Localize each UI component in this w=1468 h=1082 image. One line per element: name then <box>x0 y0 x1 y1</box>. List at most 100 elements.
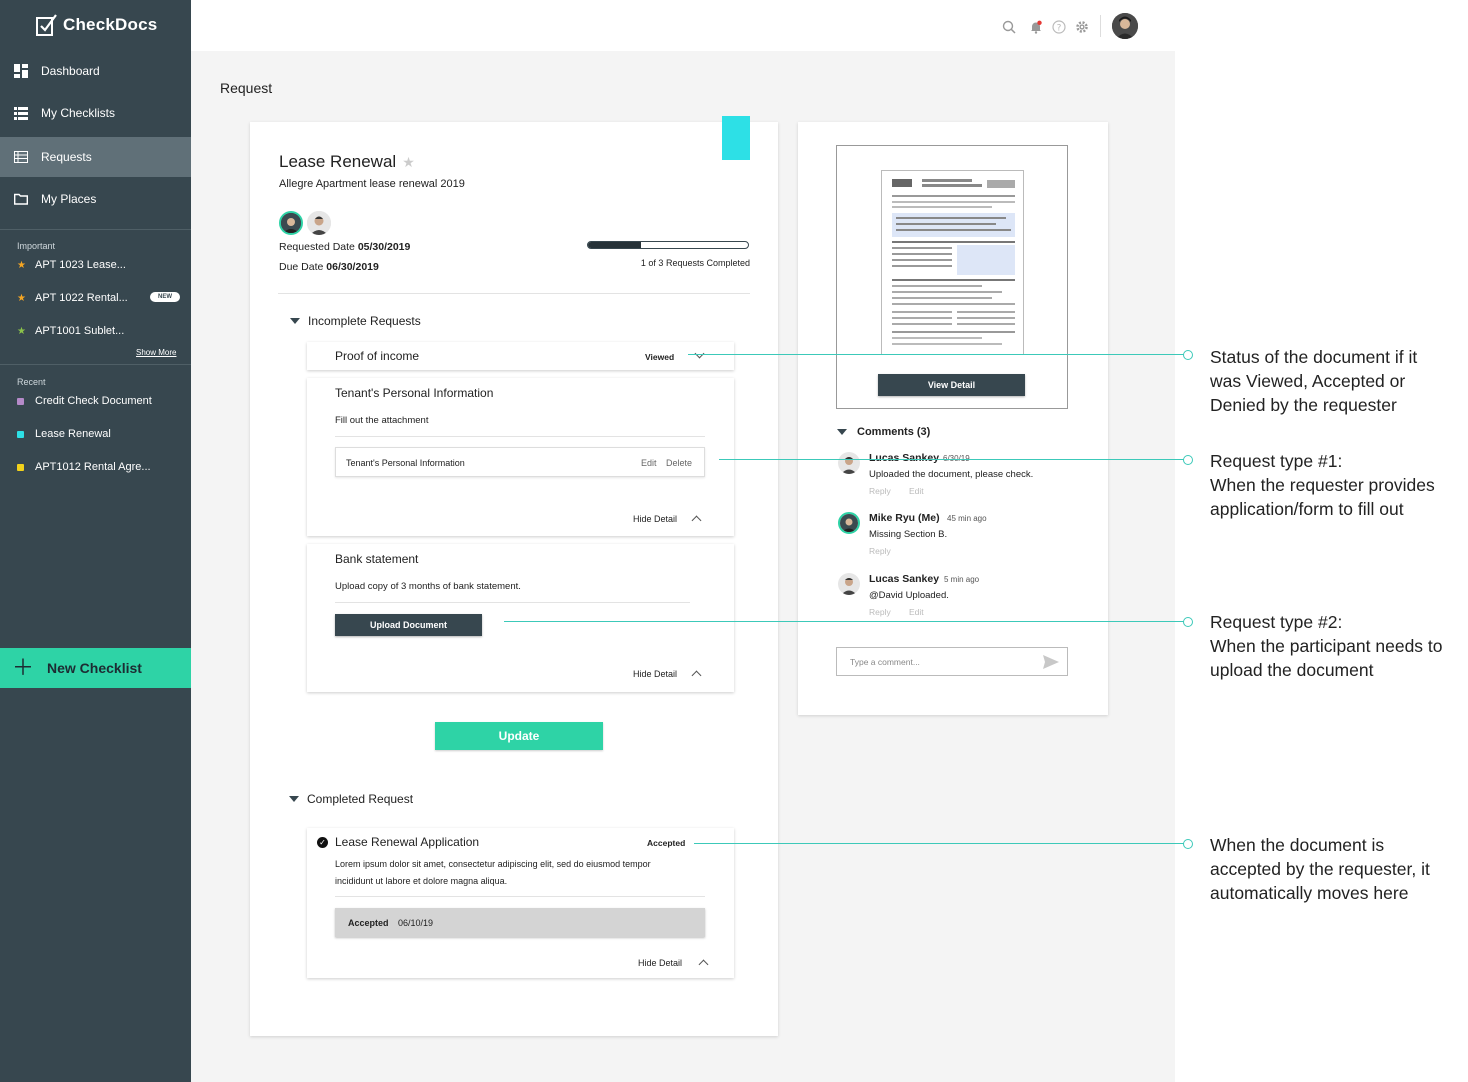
important-item-label: APT1001 Sublet... <box>35 325 125 337</box>
important-item-apt1022[interactable]: ★ APT 1022 Rental... NEW <box>17 292 182 304</box>
new-badge: NEW <box>150 292 180 302</box>
document-preview-frame: View Detail <box>836 145 1068 409</box>
requested-date-label: Requested Date <box>279 241 355 253</box>
annotation-connector <box>504 621 1184 622</box>
annotation-connector <box>694 843 1184 844</box>
commenter-name: Lucas Sankey <box>869 452 940 464</box>
document-thumbnail[interactable] <box>881 170 1024 355</box>
delete-link[interactable]: Delete <box>666 458 692 468</box>
send-icon[interactable] <box>1043 655 1059 669</box>
due-date-label: Due Date <box>279 261 324 273</box>
attachment-field[interactable]: Tenant's Personal Information Edit Delet… <box>335 447 705 477</box>
nav-my-places[interactable]: My Places <box>0 179 191 219</box>
accepted-label: Accepted <box>348 918 389 928</box>
update-button[interactable]: Update <box>435 722 603 750</box>
notification-bell-icon[interactable] <box>1029 20 1043 34</box>
app-logo[interactable]: CheckDocs <box>35 12 157 38</box>
svg-text:?: ? <box>1057 24 1062 34</box>
annotation-request-type-1: Request type #1: When the requester prov… <box>1210 449 1460 521</box>
recent-item-label: Lease Renewal <box>35 428 111 440</box>
commenter-avatar[interactable] <box>838 573 860 595</box>
comment-text: @David Uploaded. <box>869 590 949 601</box>
hide-detail-link[interactable]: Hide Detail <box>633 514 677 524</box>
chevron-up-icon[interactable] <box>691 670 702 681</box>
app-name: CheckDocs <box>63 15 158 34</box>
annotation-line: Status of the document if it <box>1210 347 1418 367</box>
annotation-dot <box>1183 839 1193 849</box>
important-item-apt1023[interactable]: ★ APT 1023 Lease... <box>17 259 182 271</box>
commenter-avatar[interactable] <box>838 452 860 474</box>
chevron-up-icon[interactable] <box>698 959 709 970</box>
main-content: ? Request Lease Renewal ★ Allegre Apartm… <box>191 0 1175 1082</box>
annotation-line: accepted by the requester, it <box>1210 859 1430 879</box>
item-description-line: Lorem ipsum dolor sit amet, consectetur … <box>335 859 651 869</box>
comment-text: Uploaded the document, please check. <box>869 469 1034 480</box>
annotation-dot <box>1183 350 1193 360</box>
important-item-apt1001[interactable]: ★ APT1001 Sublet... <box>17 325 182 337</box>
important-item-label: APT 1023 Lease... <box>35 259 126 271</box>
annotation-request-type-2: Request type #2: When the participant ne… <box>1210 610 1460 682</box>
gear-icon[interactable] <box>1075 20 1089 34</box>
hide-detail-link[interactable]: Hide Detail <box>638 958 682 968</box>
user-avatar[interactable] <box>1112 13 1138 39</box>
recent-item-lease-renewal[interactable]: Lease Renewal <box>17 428 182 440</box>
annotation-line: upload the document <box>1210 660 1374 680</box>
completed-request-toggle[interactable]: Completed Request <box>289 792 413 806</box>
item-status: Accepted <box>647 838 686 848</box>
edit-link[interactable]: Edit <box>641 458 657 468</box>
item-title: Bank statement <box>335 552 419 566</box>
annotation-line: was Viewed, Accepted or <box>1210 371 1406 391</box>
accepted-status-bar: Accepted 06/10/19 <box>335 908 705 937</box>
annotation-line: When the requester provides <box>1210 475 1435 495</box>
proof-of-income-item[interactable]: Proof of income Viewed <box>307 342 734 370</box>
person-avatar-icon <box>281 213 301 233</box>
nav-dashboard[interactable]: Dashboard <box>0 51 191 91</box>
comment-input-box <box>836 647 1068 676</box>
reply-link[interactable]: Reply <box>869 607 891 617</box>
commenter-avatar[interactable] <box>838 512 860 534</box>
annotation-dot <box>1183 455 1193 465</box>
search-icon[interactable] <box>1002 20 1016 34</box>
hide-detail-link[interactable]: Hide Detail <box>633 669 677 679</box>
edit-link[interactable]: Edit <box>909 607 924 617</box>
recent-item-apt1012[interactable]: APT1012 Rental Agre... <box>17 461 182 473</box>
participant-avatar[interactable] <box>307 211 331 235</box>
color-tag-icon <box>17 397 24 405</box>
comments-toggle[interactable]: Comments (3) <box>837 426 930 438</box>
edit-link[interactable]: Edit <box>909 486 924 496</box>
upload-document-button[interactable]: Upload Document <box>335 614 482 636</box>
request-title-row: Lease Renewal ★ <box>279 152 415 172</box>
caret-down-icon <box>289 796 299 802</box>
attachment-label: Tenant's Personal Information <box>346 458 465 468</box>
show-more-link[interactable]: Show More <box>136 348 176 357</box>
comment-input[interactable] <box>837 648 1037 675</box>
top-bar-separator <box>1100 15 1101 37</box>
checkdocs-logo-icon <box>36 14 57 36</box>
help-icon[interactable]: ? <box>1052 20 1066 34</box>
request-title: Lease Renewal <box>279 152 397 171</box>
incomplete-requests-toggle[interactable]: Incomplete Requests <box>290 314 421 328</box>
dashboard-icon <box>14 64 28 78</box>
divider <box>278 293 750 294</box>
annotation-dot <box>1183 617 1193 627</box>
nav-my-checklists[interactable]: My Checklists <box>0 93 191 133</box>
annotation-line: When the participant needs to <box>1210 636 1443 656</box>
nav-requests[interactable]: Requests <box>0 137 191 177</box>
divider <box>335 896 705 897</box>
bank-statement-item: Bank statement Upload copy of 3 months o… <box>307 544 734 692</box>
new-checklist-button[interactable]: ＋ New Checklist <box>0 648 191 688</box>
item-instruction: Upload copy of 3 months of bank statemen… <box>335 581 521 592</box>
annotation-line: Denied by the requester <box>1210 395 1397 415</box>
participant-avatar[interactable] <box>279 211 303 235</box>
star-icon: ★ <box>17 292 26 304</box>
recent-item-credit-check[interactable]: Credit Check Document <box>17 395 182 407</box>
view-detail-button[interactable]: View Detail <box>878 374 1025 396</box>
reply-link[interactable]: Reply <box>869 486 891 496</box>
color-tag-icon <box>17 430 24 438</box>
chevron-up-icon[interactable] <box>691 515 702 526</box>
annotation-connector <box>688 354 1184 355</box>
annotation-accepted: When the document is accepted by the req… <box>1210 833 1460 905</box>
reply-link[interactable]: Reply <box>869 546 891 556</box>
requested-date-value: 05/30/2019 <box>357 241 411 253</box>
favorite-star-icon[interactable]: ★ <box>402 154 415 171</box>
